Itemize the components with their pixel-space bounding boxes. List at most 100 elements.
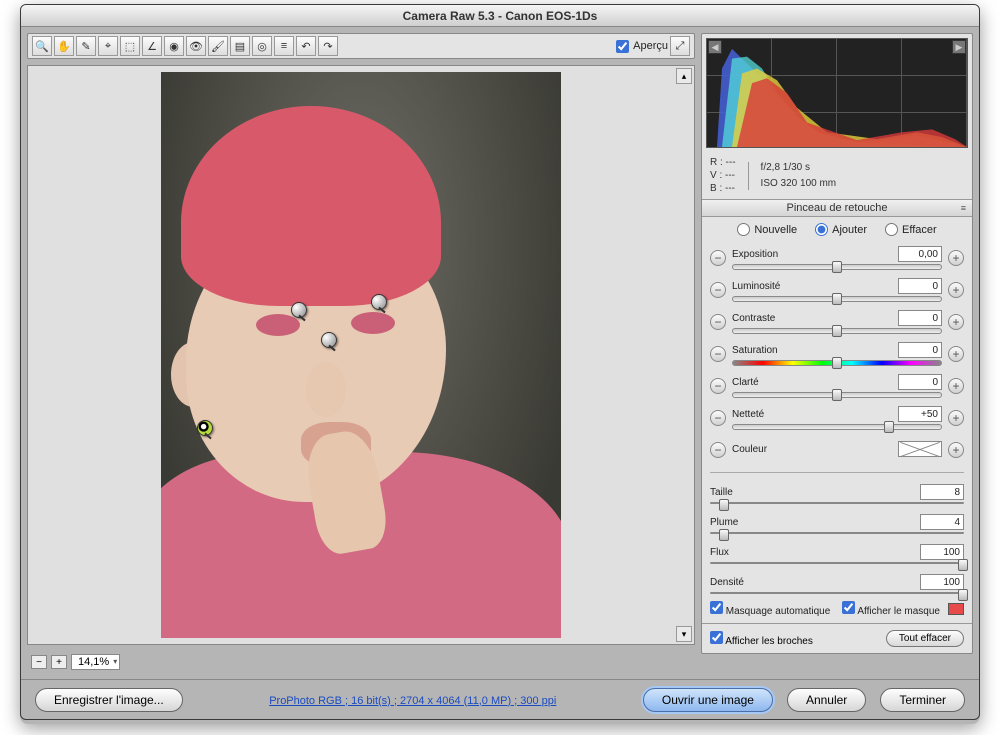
slider-track[interactable] — [732, 360, 942, 366]
preview-toggle[interactable]: Aperçu — [616, 40, 668, 53]
slider-thumb[interactable] — [832, 389, 842, 401]
plus-button[interactable]: + — [948, 410, 964, 426]
value-box[interactable]: 0 — [898, 310, 942, 326]
adjustment-pin[interactable] — [371, 294, 387, 310]
slider-thumb[interactable] — [958, 589, 968, 601]
bottom-bar: Enregistrer l'image... ProPhoto RGB ; 16… — [21, 679, 979, 719]
preview-image[interactable] — [161, 72, 561, 638]
mask-color-swatch[interactable] — [948, 603, 964, 615]
tool-rotate-l[interactable]: ↶ — [296, 36, 316, 56]
done-button[interactable]: Terminer — [880, 688, 965, 712]
plus-button[interactable]: + — [948, 442, 964, 458]
tool-zoom[interactable]: 🔍 — [32, 36, 52, 56]
window-titlebar: Camera Raw 5.3 - Canon EOS-1Ds — [21, 5, 979, 27]
value-box[interactable]: 100 — [920, 574, 964, 590]
tool-grad[interactable]: ▤ — [230, 36, 250, 56]
panel-menu-icon[interactable]: ≡ — [961, 203, 966, 213]
slider-thumb[interactable] — [832, 357, 842, 369]
save-image-button[interactable]: Enregistrer l'image... — [35, 688, 183, 712]
tool-redeye[interactable]: 👁 — [186, 36, 206, 56]
tool-eyedrop-white[interactable]: ✎ — [76, 36, 96, 56]
value-box[interactable]: 0 — [898, 342, 942, 358]
minus-button[interactable]: − — [710, 346, 726, 362]
minus-button[interactable]: − — [710, 378, 726, 394]
adjustment-pin-active[interactable] — [197, 420, 213, 436]
slider-thumb[interactable] — [832, 261, 842, 273]
main-toolbar: 🔍✋✎⌖⬚∠◉👁🖌▤◎≡↶↷ Aperçu ⤢ — [27, 33, 695, 59]
value-box[interactable]: +50 — [898, 406, 942, 422]
tool-brush[interactable]: 🖌 — [208, 36, 228, 56]
slider-thumb[interactable] — [884, 421, 894, 433]
plus-button[interactable]: + — [948, 378, 964, 394]
minus-button[interactable]: − — [710, 282, 726, 298]
tool-crop[interactable]: ⬚ — [120, 36, 140, 56]
value-box[interactable]: 0 — [898, 278, 942, 294]
plus-button[interactable]: + — [948, 346, 964, 362]
color-swatch[interactable] — [898, 441, 942, 457]
plus-button[interactable]: + — [948, 250, 964, 266]
mode-erase[interactable]: Effacer — [885, 223, 937, 236]
slider-thumb[interactable] — [832, 293, 842, 305]
minus-button[interactable]: − — [710, 410, 726, 426]
meta-iso-focal: ISO 320 100 mm — [761, 176, 837, 192]
slider-track[interactable] — [732, 296, 942, 302]
fullscreen-icon[interactable]: ⤢ — [670, 36, 690, 56]
slider-thumb[interactable] — [719, 499, 729, 511]
image-metadata: R : --- V : --- B : --- f/2,8 1/30 s ISO… — [702, 152, 972, 199]
workflow-link[interactable]: ProPhoto RGB ; 16 bit(s) ; 2704 x 4064 (… — [269, 695, 556, 707]
histogram[interactable]: ◀ ▶ — [702, 34, 972, 152]
minus-button[interactable]: − — [710, 314, 726, 330]
window-title: Camera Raw 5.3 - Canon EOS-1Ds — [403, 9, 598, 23]
tool-rotate-r[interactable]: ↷ — [318, 36, 338, 56]
slider-track[interactable] — [732, 264, 942, 270]
tool-straighten[interactable]: ∠ — [142, 36, 162, 56]
slider-thumb[interactable] — [719, 529, 729, 541]
preview-checkbox[interactable] — [616, 40, 629, 53]
zoom-out-button[interactable]: − — [31, 655, 47, 669]
value-box[interactable]: 4 — [920, 514, 964, 530]
value-box[interactable]: 0 — [898, 374, 942, 390]
preview-label: Aperçu — [633, 40, 668, 52]
tool-sampler[interactable]: ⌖ — [98, 36, 118, 56]
highlight-clip-icon[interactable]: ▶ — [952, 40, 966, 54]
slider-track[interactable] — [710, 502, 964, 504]
brush-flux: Flux100 — [710, 541, 964, 567]
slider-track[interactable] — [710, 562, 964, 564]
zoom-value-dropdown[interactable]: 14,1% — [71, 654, 120, 670]
scroll-up-icon[interactable]: ▴ — [676, 68, 692, 84]
slider-track[interactable] — [732, 328, 942, 334]
slider-track[interactable] — [710, 592, 964, 594]
value-box[interactable]: 8 — [920, 484, 964, 500]
minus-button[interactable]: − — [710, 442, 726, 458]
slider-track[interactable] — [710, 532, 964, 534]
show-pins-toggle[interactable]: Afficher les broches — [710, 631, 813, 647]
tool-prefs[interactable]: ≡ — [274, 36, 294, 56]
value-box[interactable]: 100 — [920, 544, 964, 560]
slider-track[interactable] — [732, 392, 942, 398]
cancel-button[interactable]: Annuler — [787, 688, 866, 712]
zoom-in-button[interactable]: + — [51, 655, 67, 669]
scroll-down-icon[interactable]: ▾ — [676, 626, 692, 642]
tool-spot[interactable]: ◉ — [164, 36, 184, 56]
slider-thumb[interactable] — [958, 559, 968, 571]
adjustment-pin[interactable] — [321, 332, 337, 348]
open-image-button[interactable]: Ouvrir une image — [643, 688, 773, 712]
mode-new[interactable]: Nouvelle — [737, 223, 797, 236]
plus-button[interactable]: + — [948, 314, 964, 330]
adjustment-pin[interactable] — [291, 302, 307, 318]
mode-add[interactable]: Ajouter — [815, 223, 867, 236]
tool-target[interactable]: ◎ — [252, 36, 272, 56]
slider-clarté: − Clarté0 + — [710, 372, 964, 400]
plus-button[interactable]: + — [948, 282, 964, 298]
tool-hand[interactable]: ✋ — [54, 36, 74, 56]
meta-v: V : --- — [710, 169, 736, 182]
minus-button[interactable]: − — [710, 250, 726, 266]
show-mask-toggle[interactable]: Afficher le masque — [842, 601, 940, 617]
clear-all-button[interactable]: Tout effacer — [886, 630, 964, 647]
auto-mask-toggle[interactable]: Masquage automatique — [710, 601, 830, 617]
value-box[interactable]: 0,00 — [898, 246, 942, 262]
slider-track[interactable] — [732, 424, 942, 430]
slider-thumb[interactable] — [832, 325, 842, 337]
shadow-clip-icon[interactable]: ◀ — [708, 40, 722, 54]
image-canvas[interactable]: ▴ ▾ — [27, 65, 695, 645]
